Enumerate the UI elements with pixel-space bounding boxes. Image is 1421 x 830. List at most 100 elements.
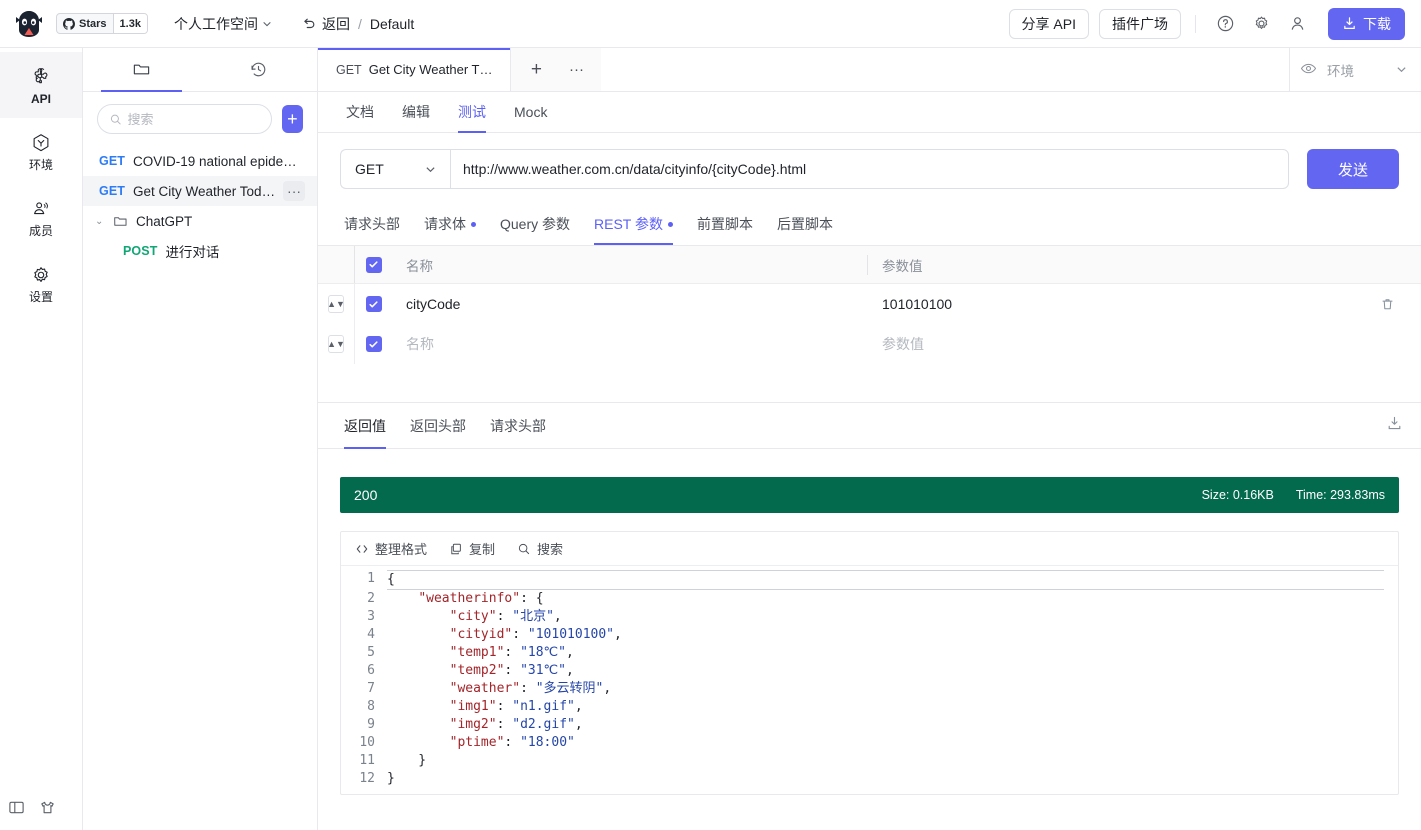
search-icon [518, 543, 530, 554]
param-table: 名称 参数值 ▲▼ cityCode 101010100 ▲▼ 名称 参数值 [318, 245, 1421, 364]
panel-tab-history[interactable] [200, 48, 317, 91]
panel-search-row: + [83, 92, 317, 144]
line-number: 11 [359, 753, 375, 768]
folder-icon [114, 216, 127, 226]
rail-item-members[interactable]: 成员 [0, 184, 82, 250]
format-button[interactable]: 整理格式 [355, 539, 427, 558]
tab-more-button[interactable]: ··· [561, 55, 591, 85]
user-icon[interactable] [1282, 9, 1312, 39]
param-name-cell[interactable]: cityCode [392, 296, 867, 312]
new-tab-button[interactable]: + [521, 55, 551, 85]
row-delete-button[interactable] [1353, 297, 1421, 312]
back-button[interactable]: 返回 [302, 14, 350, 34]
help-circle-icon[interactable] [1210, 9, 1240, 39]
rail-label-environment: 环境 [28, 157, 53, 172]
line-number: 8 [367, 699, 375, 714]
line-number: 4 [367, 627, 375, 642]
list-item[interactable]: GET COVID-19 national epide… [83, 146, 317, 176]
folder-name: ChatGPT [136, 213, 193, 229]
line-number: 7 [367, 681, 375, 696]
send-button[interactable]: 发送 [1307, 149, 1399, 189]
workspace-selector[interactable]: 个人工作空间 [174, 14, 272, 34]
subtab-edit[interactable]: 编辑 [388, 92, 444, 133]
row-drag-handle[interactable]: ▲▼ [318, 295, 354, 313]
method-select[interactable]: GET [340, 149, 450, 189]
code-line: 8 "img1": "n1.gif", [341, 698, 1398, 716]
param-tab-query[interactable]: Query 参数 [488, 203, 582, 245]
param-tab-rest[interactable]: REST 参数 [582, 203, 685, 245]
workspace-label: 个人工作空间 [173, 15, 258, 32]
body-container: API 环境 成员 设置 搜索 + GET COVID-19 national … [0, 48, 1421, 830]
environment-selector[interactable]: 环境 [1289, 48, 1421, 91]
response-download-button[interactable] [1386, 415, 1411, 437]
tab-title-label: Get City Weather T… [368, 62, 493, 77]
checkbox-checked-icon[interactable] [365, 256, 382, 273]
line-text: "weather": "多云转阴", [449, 681, 612, 696]
panel-toggle-icon[interactable] [8, 799, 25, 821]
chevron-down-icon[interactable]: ⌄ [95, 216, 105, 227]
download-button[interactable]: 下载 [1328, 7, 1405, 40]
response-tab-request-headers[interactable]: 请求头部 [478, 403, 558, 449]
environment-select[interactable]: 环境 [1327, 60, 1407, 80]
row-drag-handle[interactable]: ▲▼ [318, 335, 354, 353]
plugin-market-button[interactable]: 插件广场 [1099, 8, 1181, 39]
subtab-doc[interactable]: 文档 [332, 92, 388, 133]
rail-item-api[interactable]: API [0, 52, 82, 118]
code-line: 9 "img2": "d2.gif", [341, 716, 1398, 734]
url-input[interactable] [450, 149, 1289, 189]
header-select-all[interactable] [354, 246, 392, 283]
environment-placeholder: 环境 [1327, 63, 1354, 79]
drag-handle-icon[interactable]: ▲▼ [327, 335, 345, 353]
line-number: 5 [367, 645, 375, 660]
rail-item-settings[interactable]: 设置 [0, 250, 82, 316]
undo-arrow-icon [304, 18, 315, 28]
method-select-value: GET [355, 161, 384, 177]
param-table-header: 名称 参数值 [318, 246, 1421, 284]
chevron-down-icon [263, 21, 271, 26]
gear-icon[interactable] [1246, 9, 1276, 39]
json-viewer[interactable]: 1{ 2 "weatherinfo": { 3 "city": "北京", 4 … [341, 566, 1398, 794]
search-box[interactable] [97, 104, 272, 134]
copy-button[interactable]: 复制 [449, 539, 495, 558]
share-api-button[interactable]: 分享 API [1008, 8, 1089, 39]
collection-panel: + GET COVID-19 national epide… GET Get C… [83, 48, 318, 830]
param-tab-post-script[interactable]: 后置脚本 [765, 203, 845, 245]
rail-item-environment[interactable]: 环境 [0, 118, 82, 184]
line-number: 12 [359, 771, 375, 786]
subtab-mock[interactable]: Mock [500, 92, 561, 133]
panel-tab-collections[interactable] [83, 48, 200, 92]
history-icon [251, 62, 266, 77]
row-checkbox-cell[interactable] [354, 324, 392, 364]
row-more-icon[interactable]: ··· [283, 181, 305, 201]
subtab-test[interactable]: 测试 [444, 92, 500, 133]
request-url-row: GET 发送 [318, 133, 1421, 203]
api-tree: GET COVID-19 national epide… GET Get Cit… [83, 144, 317, 266]
param-name-placeholder-cell[interactable]: 名称 [392, 334, 867, 354]
response-tab-headers[interactable]: 返回头部 [398, 403, 478, 449]
param-tab-pre-script[interactable]: 前置脚本 [685, 203, 765, 245]
checkbox-checked-icon[interactable] [365, 296, 382, 312]
modified-dot-icon [668, 221, 673, 227]
list-item[interactable]: POST 进行对话 [83, 236, 317, 266]
trash-icon [1382, 298, 1393, 309]
tab-get-city-weather[interactable]: GET Get City Weather T… [318, 48, 512, 91]
response-tab-body[interactable]: 返回值 [332, 403, 398, 449]
search-button[interactable]: 搜索 [517, 539, 563, 558]
checkbox-checked-icon[interactable] [365, 336, 382, 352]
line-text: "ptime": "18:00" [449, 735, 575, 750]
code-line: 12} [341, 770, 1398, 788]
add-api-button[interactable]: + [281, 105, 303, 133]
param-tab-body[interactable]: 请求体 [412, 203, 488, 245]
drag-handle-icon[interactable]: ▲▼ [327, 295, 345, 313]
param-tab-headers[interactable]: 请求头部 [332, 203, 412, 245]
code-line: 10 "ptime": "18:00" [341, 734, 1398, 752]
search-input[interactable] [127, 111, 259, 127]
folder-item[interactable]: ⌄ ChatGPT [83, 206, 317, 236]
github-stars-badge[interactable]: Stars 1.3k [56, 13, 148, 34]
list-item[interactable]: GET Get City Weather Today ··· [83, 176, 317, 206]
theme-shirt-icon[interactable] [39, 799, 56, 821]
param-value-placeholder-cell[interactable]: 参数值 [867, 334, 1353, 354]
param-value-cell[interactable]: 101010100 [867, 296, 1353, 312]
header-name: 名称 [406, 258, 433, 274]
row-checkbox-cell[interactable] [354, 284, 392, 324]
